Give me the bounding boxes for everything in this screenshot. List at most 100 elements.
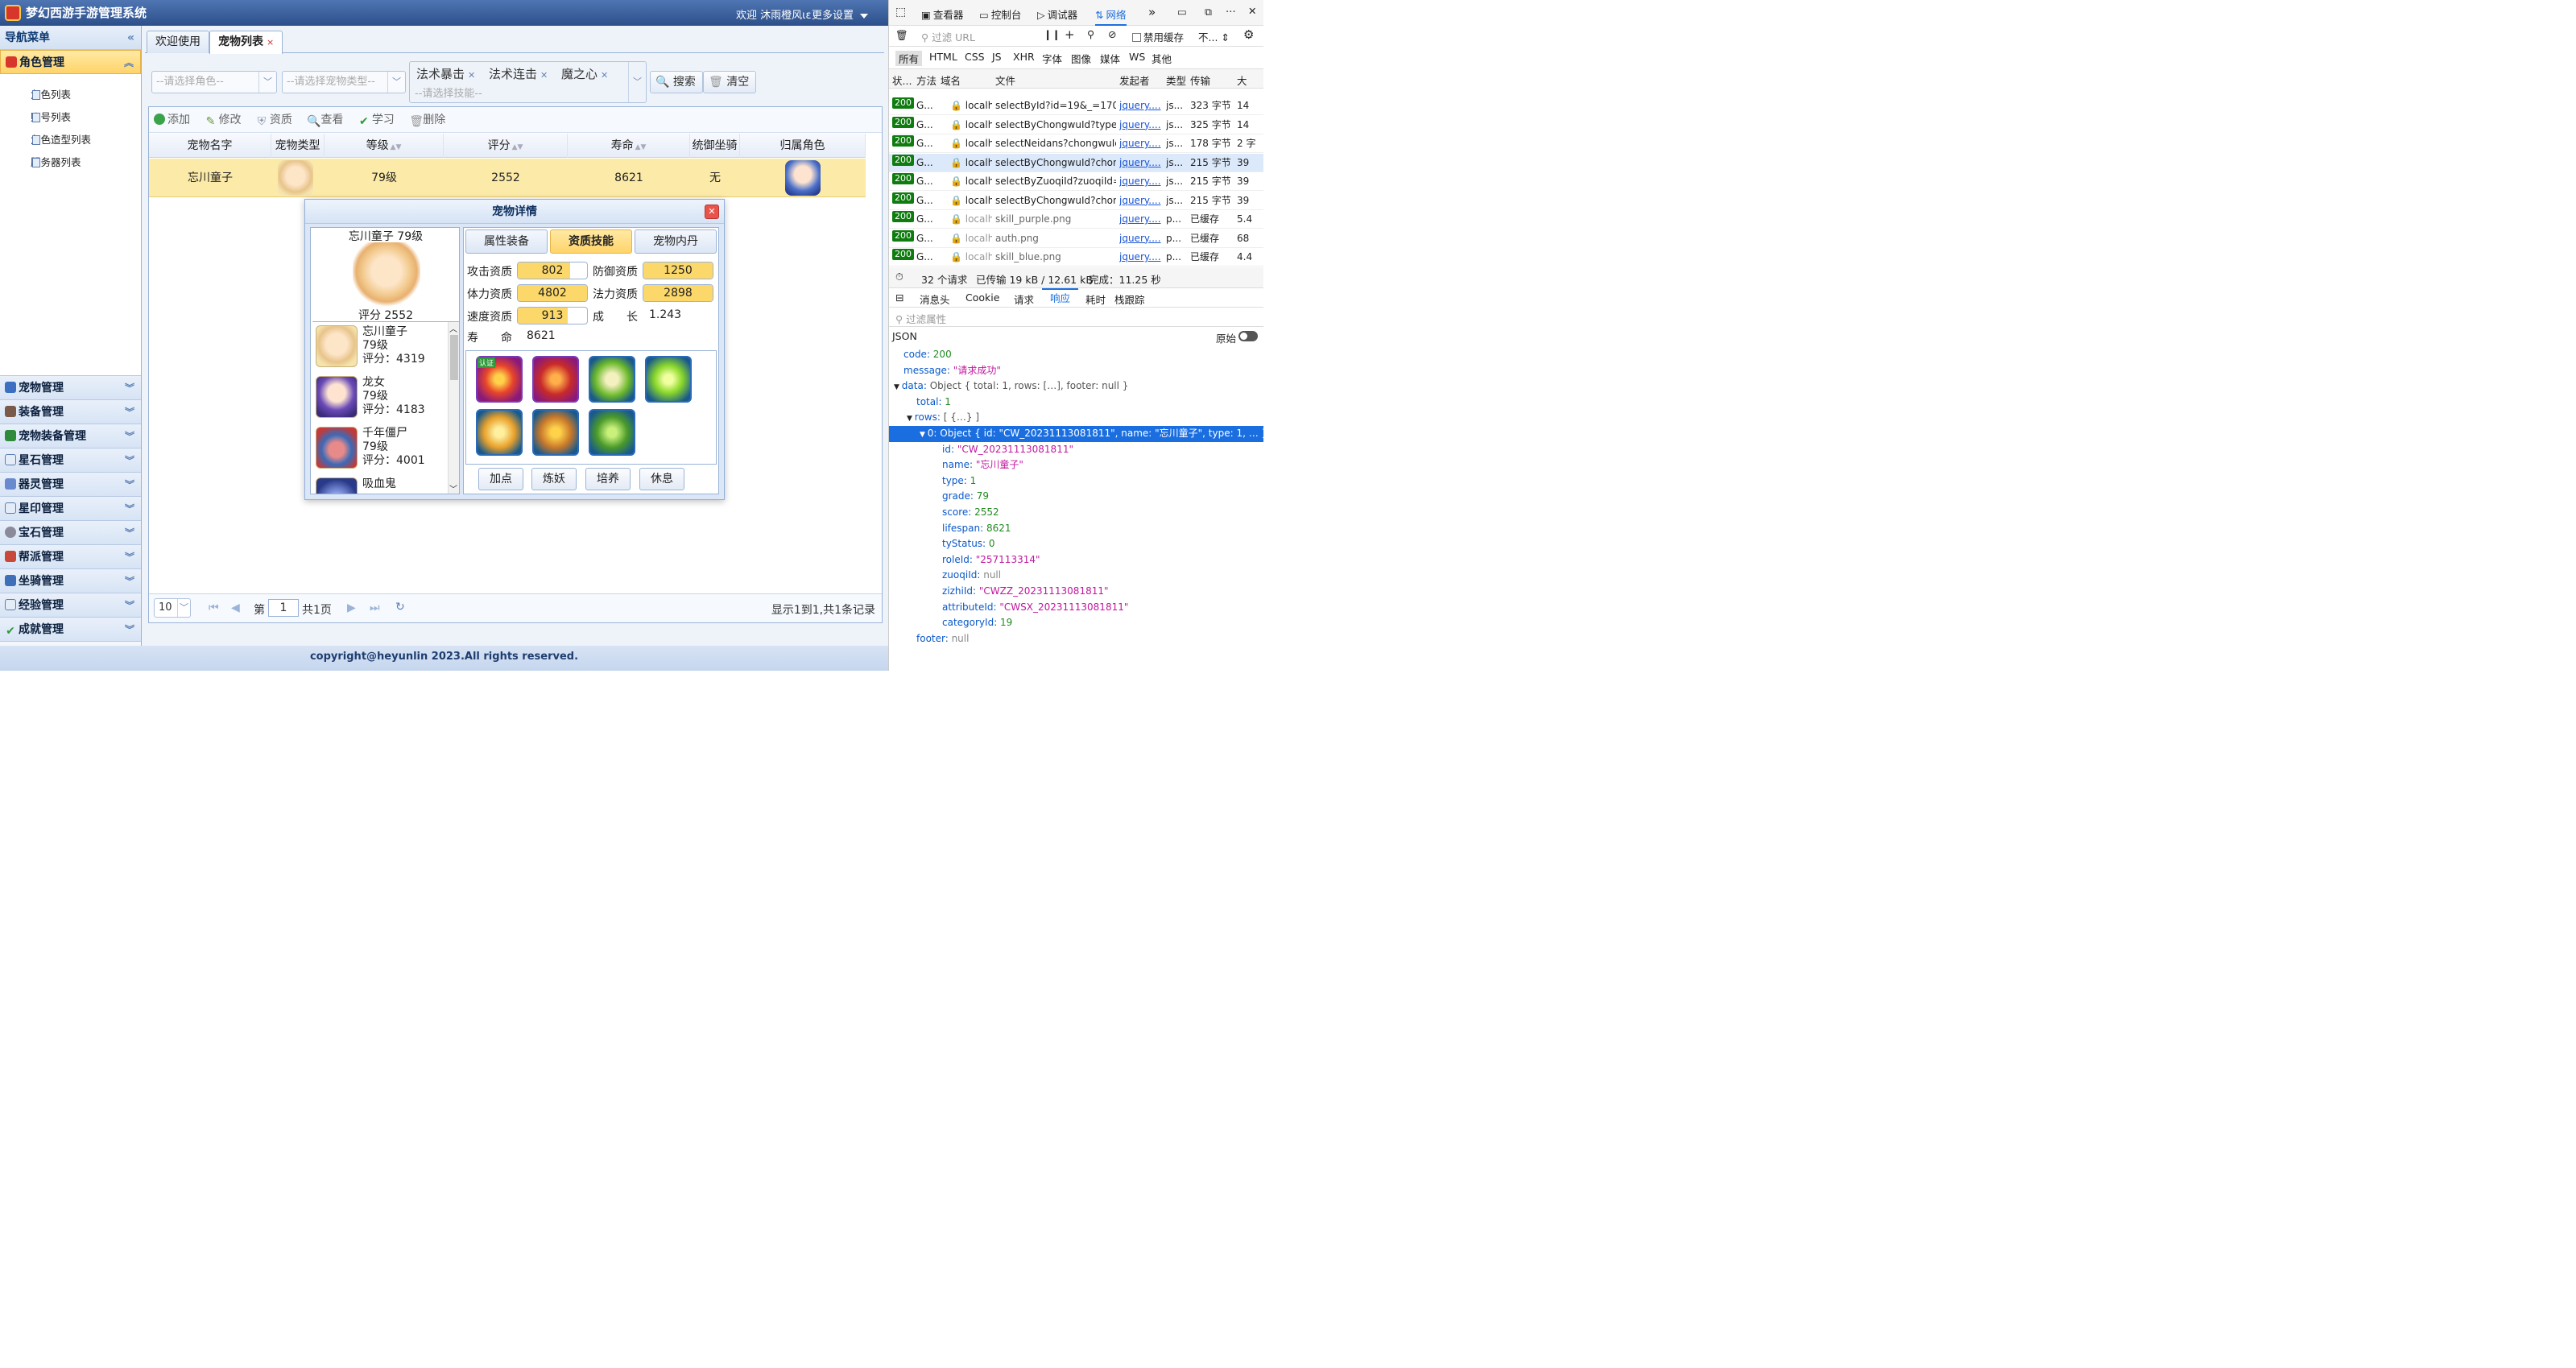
tab-network[interactable]: ⇅ 网络	[1095, 5, 1127, 26]
first-page-icon[interactable]: ⏮	[209, 601, 219, 614]
type-filter-media[interactable]: 媒体	[1100, 51, 1120, 66]
json-line[interactable]: total: 1	[889, 395, 1263, 411]
close-tab-icon[interactable]: ×	[267, 37, 274, 48]
menu-dots-icon[interactable]: ⋯	[1226, 5, 1236, 17]
column-header[interactable]: 状...	[892, 72, 912, 88]
remove-chip-icon[interactable]: ✕	[540, 70, 548, 81]
pause-icon[interactable]: ❙❙	[1044, 28, 1061, 40]
disable-cache-checkbox[interactable]: 禁用缓存	[1132, 29, 1184, 44]
tab-pet-core[interactable]: 宠物内丹	[635, 229, 717, 254]
json-line[interactable]: zizhiId: "CWZZ_20231113081811"	[889, 584, 1263, 600]
split-icon[interactable]: ⧉	[1205, 6, 1212, 19]
throttle-select[interactable]: 不... ⇕	[1198, 29, 1230, 44]
request-row[interactable]: 200G... 🔒 localh...selectByChongwuId?chon…	[889, 153, 1263, 172]
sidebar-item-account-list[interactable]: 账号列表	[0, 106, 141, 129]
remove-chip-icon[interactable]: ✕	[601, 70, 608, 81]
json-line[interactable]: code: 200	[889, 347, 1263, 363]
tab-stack-trace[interactable]: 栈跟踪	[1114, 291, 1145, 307]
next-page-icon[interactable]: ▶	[347, 601, 356, 614]
column-header[interactable]: 发起者	[1119, 72, 1150, 88]
column-header[interactable]: 大	[1237, 72, 1247, 88]
sidebar-item-role-model-list[interactable]: 角色造型列表	[0, 129, 141, 151]
json-line[interactable]: message: "请求成功"	[889, 363, 1263, 379]
pet-type-select[interactable]: --请选择宠物类型-- ﹀	[282, 71, 406, 93]
filter-props-input[interactable]: ⚲ 过滤属性	[895, 311, 946, 326]
skill-icon[interactable]: 认证	[476, 356, 523, 403]
close-icon[interactable]: ✕	[1248, 5, 1256, 17]
request-row[interactable]: 200G... 🔒 localh...selectById?id=19&_=170…	[889, 97, 1263, 115]
search-button[interactable]: 🔍 搜索	[650, 71, 703, 93]
tab-pet-list[interactable]: 宠物列表 ×	[209, 31, 283, 54]
table-row[interactable]: 忘川童子 79级 2552 8621 无	[149, 159, 866, 197]
type-filter-fonts[interactable]: 字体	[1042, 51, 1062, 66]
list-item[interactable]: 忘川童子 79级 评分：4319	[314, 322, 448, 372]
clear-button[interactable]: 🗑 清空	[703, 71, 757, 93]
sidebar-group-gem[interactable]: 宝石管理 ︾	[0, 521, 141, 545]
type-filter-html[interactable]: HTML	[929, 51, 957, 63]
skill-icon[interactable]	[532, 356, 579, 403]
rest-button[interactable]: 休息	[639, 468, 684, 490]
skill-multiselect[interactable]: 法术暴击 ✕ 法术连击 ✕ 魔之心 ✕ --请选择技能-- ﹀	[409, 61, 647, 103]
json-line[interactable]: lifespan: 8621	[889, 521, 1263, 537]
json-line[interactable]: name: "忘川童子"	[889, 457, 1263, 473]
tab-request[interactable]: 请求	[1014, 291, 1034, 307]
collapse-sidebar-icon[interactable]: «	[127, 26, 134, 50]
column-header[interactable]: 类型	[1166, 72, 1186, 88]
delete-button[interactable]: 🗑删除	[409, 107, 445, 133]
json-line[interactable]: footer: null	[889, 631, 1263, 647]
close-icon[interactable]: ✕	[705, 205, 719, 219]
json-line[interactable]: zuoqiId: null	[889, 568, 1263, 584]
edit-button[interactable]: ✎ 修改	[205, 107, 242, 133]
expand-toggle-icon[interactable]: ▼	[907, 415, 915, 423]
json-line[interactable]: attributeId: "CWSX_20231113081811"	[889, 600, 1263, 616]
json-line[interactable]: roleId: "257113314"	[889, 552, 1263, 568]
json-line[interactable]: type: 1	[889, 473, 1263, 490]
sidebar-group-equipment[interactable]: 装备管理 ︾	[0, 400, 141, 424]
expand-toggle-icon[interactable]: ▼	[920, 431, 928, 439]
json-line[interactable]: id: "CW_20231113081811"	[889, 442, 1263, 458]
scroll-up-icon[interactable]: ︿	[449, 322, 457, 334]
column-header[interactable]: 等级 ▲▼	[325, 134, 444, 158]
column-header[interactable]: 归属角色	[740, 134, 866, 158]
refine-button[interactable]: 炼妖	[531, 468, 577, 490]
refresh-icon[interactable]: ↻	[395, 601, 405, 614]
raw-toggle[interactable]	[1238, 331, 1258, 341]
type-filter-other[interactable]: 其他	[1152, 51, 1172, 66]
sidebar-group-star-stone[interactable]: 星石管理 ︾	[0, 448, 141, 473]
json-line[interactable]: ▼ data: Object { total: 1, rows: […], fo…	[889, 378, 1263, 395]
scrollbar-thumb[interactable]	[450, 335, 458, 380]
prev-page-icon[interactable]: ◀	[231, 601, 240, 614]
toggle-panel-icon[interactable]: ⊟	[895, 291, 903, 304]
request-row[interactable]: 200G... 🔒 localh...skill_blue.png jquery..…	[889, 248, 1263, 267]
train-button[interactable]: 培养	[585, 468, 631, 490]
search-icon[interactable]: ⚲	[1087, 28, 1094, 40]
type-filter-js[interactable]: JS	[992, 51, 1002, 63]
tab-response[interactable]: 响应	[1042, 288, 1079, 308]
column-header[interactable]: 文件	[995, 72, 1015, 88]
list-item[interactable]: 吸血鬼	[314, 474, 448, 494]
sidebar-group-role[interactable]: 角色管理 ︽	[0, 50, 141, 74]
learn-button[interactable]: ✔ 学习	[358, 107, 395, 133]
skill-icon[interactable]	[589, 356, 635, 403]
gear-icon[interactable]: ⚙	[1243, 27, 1254, 42]
json-line[interactable]: tyStatus: 0	[889, 536, 1263, 552]
tab-attributes-equipment[interactable]: 属性装备	[465, 229, 548, 254]
filter-url-input[interactable]: ⚲ 过滤 URL	[921, 29, 975, 44]
aptitude-button[interactable]: ⛨ 资质	[256, 107, 292, 133]
add-points-button[interactable]: 加点	[478, 468, 523, 490]
type-filter-ws[interactable]: WS	[1129, 51, 1145, 63]
sidebar-group-spirit[interactable]: 器灵管理 ︾	[0, 473, 141, 497]
scroll-down-icon[interactable]: ﹀	[449, 482, 457, 494]
column-header[interactable]: 统御坐骑	[690, 134, 740, 158]
column-header[interactable]: 方法	[916, 72, 937, 88]
type-filter-all[interactable]: 所有	[895, 51, 923, 66]
request-row[interactable]: 200G... 🔒 localh...auth.png jquery.... p...…	[889, 229, 1263, 248]
sidebar-group-pet[interactable]: 宠物管理 ︾	[0, 376, 141, 400]
skill-chip[interactable]: 法术暴击 ✕	[416, 65, 475, 82]
sidebar-item-role-list[interactable]: 角色列表	[0, 84, 141, 106]
tab-welcome[interactable]: 欢迎使用	[147, 31, 209, 53]
sidebar-item-server-list[interactable]: 服务器列表	[0, 151, 141, 174]
add-button[interactable]: 添加	[154, 107, 190, 133]
expand-toggle-icon[interactable]: ▼	[894, 383, 902, 391]
plus-icon[interactable]: +	[1065, 27, 1075, 42]
